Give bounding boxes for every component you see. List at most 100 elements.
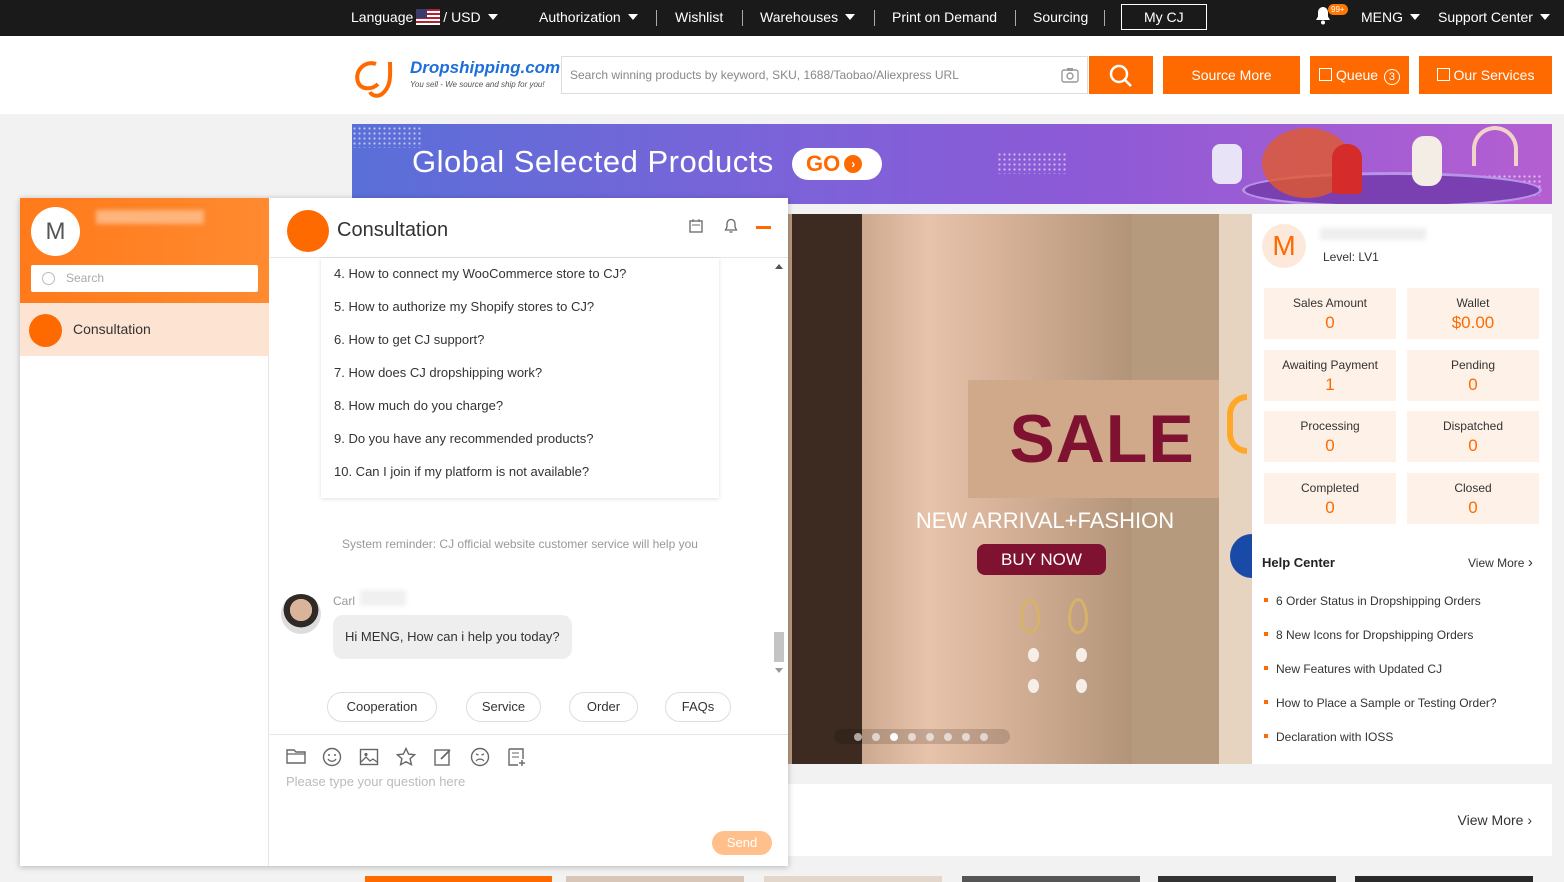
quick-reply-service[interactable]: Service bbox=[466, 692, 541, 722]
warehouses-menu[interactable]: Warehouses bbox=[760, 0, 856, 36]
camera-icon[interactable] bbox=[1061, 67, 1079, 88]
redacted-agent-surname bbox=[360, 590, 406, 606]
print-on-demand-link[interactable]: Print on Demand bbox=[892, 0, 997, 36]
carousel-dot[interactable] bbox=[926, 733, 934, 741]
product-tile[interactable] bbox=[566, 876, 744, 882]
help-article-link[interactable]: How to Place a Sample or Testing Order? bbox=[1264, 696, 1497, 710]
queue-button[interactable]: Queue 3 bbox=[1310, 56, 1409, 94]
conversation-item-consultation[interactable]: Consultation bbox=[20, 303, 269, 356]
chat-scrollbar[interactable] bbox=[772, 258, 786, 678]
product-tile[interactable] bbox=[1158, 876, 1336, 882]
faq-link[interactable]: 4. How to connect my WooCommerce store t… bbox=[334, 266, 626, 281]
search-button[interactable] bbox=[1089, 56, 1153, 94]
message-input[interactable]: Please type your question here bbox=[286, 774, 465, 789]
help-article-link[interactable]: 6 Order Status in Dropshipping Orders bbox=[1264, 594, 1481, 608]
avatar[interactable]: M bbox=[31, 207, 80, 256]
stat-pending[interactable]: Pending 0 bbox=[1407, 350, 1539, 401]
model-hair bbox=[792, 214, 862, 764]
faq-card: 4. How to connect my WooCommerce store t… bbox=[321, 258, 719, 498]
my-cj-button[interactable]: My CJ bbox=[1121, 0, 1207, 36]
stat-completed[interactable]: Completed 0 bbox=[1264, 473, 1396, 524]
product-tile[interactable] bbox=[365, 876, 552, 882]
banner-go-button[interactable]: GO › bbox=[792, 148, 882, 180]
agent-avatar bbox=[281, 594, 321, 634]
cj-logo-icon bbox=[355, 61, 393, 98]
carousel-dot[interactable] bbox=[908, 733, 916, 741]
quick-reply-faqs[interactable]: FAQs bbox=[665, 692, 731, 722]
history-icon[interactable] bbox=[688, 218, 704, 239]
product-tile[interactable] bbox=[962, 876, 1140, 882]
folder-icon[interactable] bbox=[286, 747, 306, 770]
help-center-heading: Help Center bbox=[1262, 555, 1335, 570]
divider bbox=[656, 10, 657, 26]
faq-link[interactable]: 5. How to authorize my Shopify stores to… bbox=[334, 299, 594, 314]
help-article-link[interactable]: 8 New Icons for Dropshipping Orders bbox=[1264, 628, 1473, 642]
language-label: Language bbox=[351, 9, 414, 25]
quick-reply-cooperation[interactable]: Cooperation bbox=[327, 692, 437, 722]
faq-link[interactable]: 6. How to get CJ support? bbox=[334, 332, 484, 347]
emoji-icon[interactable] bbox=[322, 747, 342, 772]
help-center-view-more-link[interactable]: View More › bbox=[1468, 554, 1533, 571]
our-services-label: Our Services bbox=[1453, 67, 1535, 83]
sad-face-icon[interactable] bbox=[470, 747, 490, 772]
decor-dots bbox=[997, 152, 1067, 174]
chat-sidebar: M Search Consultation bbox=[20, 198, 269, 866]
faq-link[interactable]: 8. How much do you charge? bbox=[334, 398, 503, 413]
language-currency-selector[interactable]: Language / USD bbox=[351, 0, 498, 36]
stat-processing[interactable]: Processing 0 bbox=[1264, 411, 1396, 462]
carousel-dot[interactable] bbox=[890, 733, 898, 741]
faq-link[interactable]: 7. How does CJ dropshipping work? bbox=[334, 365, 542, 380]
minimize-icon[interactable] bbox=[756, 226, 771, 229]
support-center-menu[interactable]: Support Center bbox=[1438, 0, 1550, 36]
cj-logo[interactable]: Dropshipping.com You sell - We source an… bbox=[352, 56, 562, 102]
user-menu[interactable]: MENG bbox=[1361, 0, 1420, 36]
stat-dispatched[interactable]: Dispatched 0 bbox=[1407, 411, 1539, 462]
currency-label: / USD bbox=[443, 9, 481, 25]
queue-icon bbox=[1319, 68, 1333, 81]
our-services-button[interactable]: Our Services bbox=[1419, 56, 1552, 94]
carousel-dot[interactable] bbox=[962, 733, 970, 741]
authorization-menu[interactable]: Authorization bbox=[539, 0, 638, 36]
sourcing-link[interactable]: Sourcing bbox=[1033, 0, 1088, 36]
star-icon[interactable] bbox=[395, 746, 417, 772]
products-view-more-link[interactable]: View More › bbox=[1458, 812, 1532, 828]
bell-icon[interactable] bbox=[723, 218, 739, 239]
conversation-search-input[interactable]: Search bbox=[31, 265, 258, 292]
arrow-right-icon: › bbox=[844, 155, 863, 173]
warehouses-label: Warehouses bbox=[760, 9, 839, 25]
stat-closed[interactable]: Closed 0 bbox=[1407, 473, 1539, 524]
queue-count-badge: 3 bbox=[1383, 69, 1400, 85]
image-icon[interactable] bbox=[359, 747, 379, 772]
wishlist-link[interactable]: Wishlist bbox=[675, 0, 723, 36]
stat-wallet[interactable]: Wallet $0.00 bbox=[1407, 288, 1539, 339]
scroll-down-icon[interactable] bbox=[775, 668, 783, 673]
help-article-link[interactable]: Declaration with IOSS bbox=[1264, 730, 1393, 744]
help-article-link[interactable]: New Features with Updated CJ bbox=[1264, 662, 1442, 676]
carousel-dot[interactable] bbox=[854, 733, 862, 741]
source-more-button[interactable]: Source More bbox=[1163, 56, 1300, 94]
carousel-dot[interactable] bbox=[980, 733, 988, 741]
faq-link[interactable]: 9. Do you have any recommended products? bbox=[334, 431, 593, 446]
product-tile[interactable] bbox=[764, 876, 942, 882]
faq-link[interactable]: 10. Can I join if my platform is not ava… bbox=[334, 464, 589, 479]
form-icon[interactable] bbox=[507, 747, 527, 772]
logo-tagline: You sell - We source and ship for you! bbox=[410, 80, 545, 89]
scrollbar-thumb[interactable] bbox=[774, 632, 784, 662]
carousel-dot[interactable] bbox=[944, 733, 952, 741]
send-button[interactable]: Send bbox=[712, 831, 772, 855]
scroll-up-icon[interactable] bbox=[775, 264, 783, 269]
carousel-dot[interactable] bbox=[872, 733, 880, 741]
stat-awaiting-payment[interactable]: Awaiting Payment 1 bbox=[1264, 350, 1396, 401]
quick-reply-order[interactable]: Order bbox=[569, 692, 638, 722]
divider bbox=[742, 10, 743, 26]
search-input[interactable] bbox=[562, 57, 1042, 93]
product-tile[interactable] bbox=[1355, 876, 1533, 882]
promo-banner[interactable]: Global Selected Products GO › bbox=[352, 124, 1552, 204]
site-header: Dropshipping.com You sell - We source an… bbox=[0, 36, 1564, 114]
edit-icon[interactable] bbox=[433, 747, 453, 772]
buy-now-button[interactable]: BUY NOW bbox=[977, 544, 1106, 575]
avatar[interactable]: M bbox=[1262, 224, 1306, 268]
stat-value: 0 bbox=[1468, 436, 1478, 455]
divider bbox=[270, 734, 788, 735]
stat-sales-amount[interactable]: Sales Amount 0 bbox=[1264, 288, 1396, 339]
